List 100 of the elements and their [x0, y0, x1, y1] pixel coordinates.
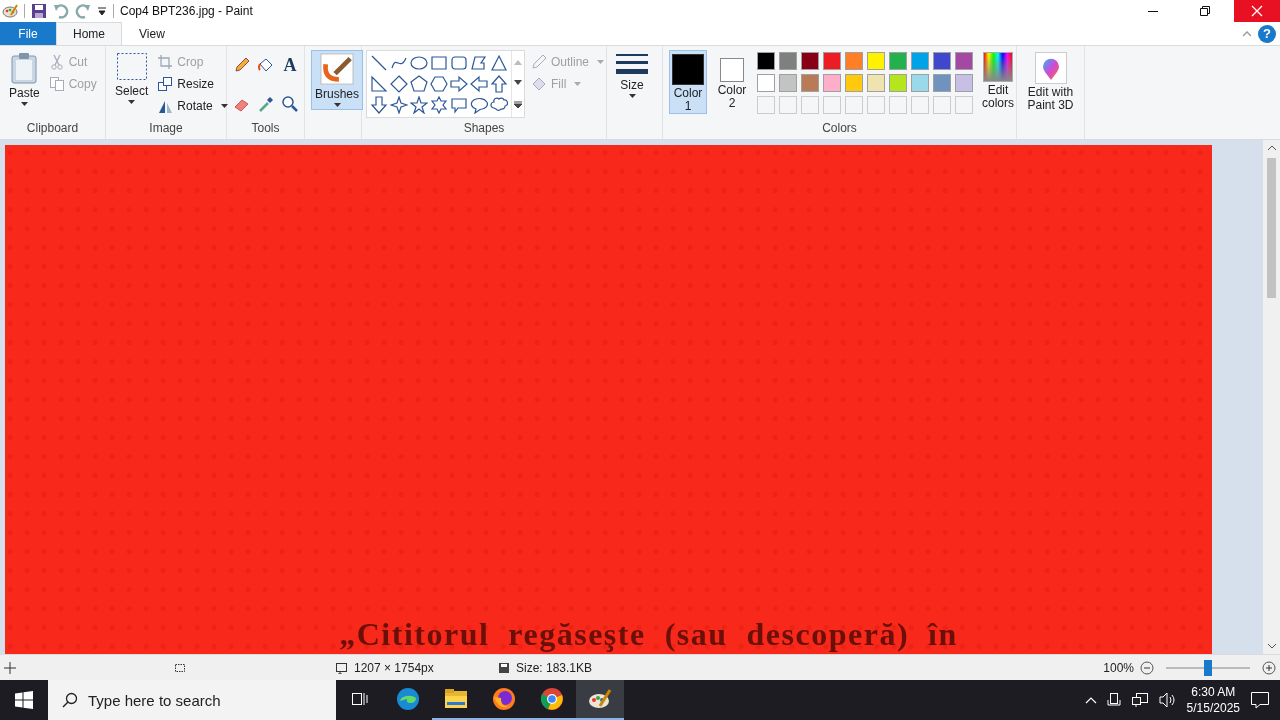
- palette-color[interactable]: [867, 74, 885, 92]
- color-slot-button[interactable]: Color 1: [669, 50, 707, 114]
- ribbon-tab[interactable]: Home: [56, 22, 122, 45]
- four-point-star-icon[interactable]: [390, 96, 408, 114]
- palette-color[interactable]: [889, 52, 907, 70]
- group-label: Shapes: [462, 121, 506, 137]
- fill-bucket-icon[interactable]: [257, 56, 275, 74]
- paint-3d-button[interactable]: Edit with Paint 3D: [1019, 50, 1082, 114]
- triangle-icon[interactable]: [490, 54, 508, 72]
- paste-button[interactable]: Paste: [6, 50, 43, 108]
- paint-taskbar-button[interactable]: [576, 680, 624, 720]
- polygon-icon[interactable]: [470, 54, 488, 72]
- rotate-button[interactable]: Rotate: [157, 96, 228, 116]
- pentagon-icon[interactable]: [410, 75, 428, 93]
- paint-app-icon[interactable]: [2, 3, 18, 19]
- empty-color-slot[interactable]: [889, 96, 907, 114]
- line-icon[interactable]: [370, 54, 388, 72]
- empty-color-slot[interactable]: [867, 96, 885, 114]
- file-menu-tab[interactable]: File: [0, 22, 56, 45]
- palette-color[interactable]: [933, 74, 951, 92]
- network-icon[interactable]: [1130, 692, 1149, 708]
- empty-color-slot[interactable]: [757, 96, 775, 114]
- right-arrow-icon[interactable]: [450, 75, 468, 93]
- browser-wave-icon: [396, 687, 420, 711]
- palette-color[interactable]: [845, 74, 863, 92]
- empty-color-slot[interactable]: [845, 96, 863, 114]
- help-button[interactable]: ?: [1258, 24, 1276, 43]
- magnifier-icon[interactable]: [281, 94, 299, 113]
- empty-color-slot[interactable]: [911, 96, 929, 114]
- rainbow-icon: [983, 52, 1013, 82]
- oval-callout-icon[interactable]: [470, 96, 488, 114]
- diamond-icon[interactable]: [390, 75, 408, 93]
- clock-date[interactable]: 5/15/2025: [1186, 700, 1240, 716]
- color-slot-button[interactable]: Color 2: [713, 50, 751, 114]
- caret-icon: [333, 103, 341, 107]
- palette-color[interactable]: [779, 52, 797, 70]
- collapse-ribbon-icon[interactable]: [1242, 29, 1252, 38]
- rectangular-callout-icon[interactable]: [450, 96, 468, 114]
- volume-icon[interactable]: [1158, 692, 1177, 708]
- ribbon-tab[interactable]: View: [122, 22, 182, 45]
- scroll-down-icon[interactable]: [514, 80, 522, 86]
- select-button[interactable]: Select: [112, 50, 152, 106]
- empty-color-slot[interactable]: [801, 96, 819, 114]
- redo-icon[interactable]: [75, 3, 91, 19]
- zoom-in-icon[interactable]: [1262, 660, 1276, 675]
- palette-color[interactable]: [845, 52, 863, 70]
- vertical-scrollbar[interactable]: [1263, 140, 1280, 654]
- palette-color[interactable]: [955, 52, 973, 70]
- hexagon-icon[interactable]: [430, 75, 448, 93]
- down-arrow-icon[interactable]: [370, 96, 388, 114]
- palette-color[interactable]: [757, 52, 775, 70]
- group-label: Tools: [250, 121, 281, 137]
- palette-color[interactable]: [911, 52, 929, 70]
- empty-color-slot[interactable]: [955, 96, 973, 114]
- resize-button[interactable]: Resize: [157, 74, 228, 94]
- palette-color[interactable]: [801, 74, 819, 92]
- palette-color[interactable]: [823, 52, 841, 70]
- more-shapes-icon[interactable]: [514, 101, 522, 110]
- empty-color-slot[interactable]: [933, 96, 951, 114]
- zoom-out-icon[interactable]: [1140, 660, 1154, 675]
- cloud-callout-icon[interactable]: [490, 96, 508, 114]
- empty-color-slot[interactable]: [823, 96, 841, 114]
- undo-icon[interactable]: [53, 3, 69, 19]
- palette-color[interactable]: [823, 74, 841, 92]
- brushes-button[interactable]: Brushes: [311, 50, 364, 110]
- image-text: „Cititorul regăseşte (sau descoperă) în: [339, 616, 958, 654]
- right-triangle-icon[interactable]: [370, 75, 388, 93]
- file-size: Size: 183.1KB: [516, 660, 594, 675]
- size-button[interactable]: Size: [613, 50, 651, 100]
- palette-color[interactable]: [867, 52, 885, 70]
- palette-color[interactable]: [757, 74, 775, 92]
- left-arrow-icon[interactable]: [470, 75, 488, 93]
- notifications-icon[interactable]: [1250, 691, 1270, 709]
- palette-color[interactable]: [889, 74, 907, 92]
- clock-time[interactable]: 6:30 AM: [1191, 684, 1236, 700]
- device-icon[interactable]: [1106, 692, 1121, 708]
- pencil-icon[interactable]: [233, 56, 251, 74]
- palette-color[interactable]: [955, 74, 973, 92]
- taskbar-search-field[interactable]: Type here to search: [48, 680, 336, 720]
- scroll-up-icon[interactable]: [1266, 144, 1277, 152]
- text-tool-button[interactable]: A: [281, 56, 299, 74]
- scroll-down-icon[interactable]: [1266, 642, 1277, 650]
- save-icon[interactable]: [31, 3, 47, 19]
- group-label: Colors: [821, 121, 858, 137]
- palette-icon: [588, 687, 612, 711]
- up-arrow-icon[interactable]: [490, 75, 508, 93]
- edit-colors-button[interactable]: Edit colors: [979, 50, 1017, 112]
- six-point-star-icon[interactable]: [430, 96, 448, 114]
- show-hidden-icons-icon[interactable]: [1084, 696, 1097, 704]
- palette-color[interactable]: [933, 52, 951, 70]
- scrollbar-thumb[interactable]: [1267, 158, 1276, 298]
- zoom-slider-thumb[interactable]: [1204, 659, 1212, 676]
- customize-dropdown-icon[interactable]: [97, 6, 107, 16]
- palette-color[interactable]: [801, 52, 819, 70]
- five-point-star-icon[interactable]: [410, 96, 428, 114]
- palette-color[interactable]: [911, 74, 929, 92]
- palette-color[interactable]: [779, 74, 797, 92]
- empty-color-slot[interactable]: [779, 96, 797, 114]
- caret-icon: [574, 82, 582, 86]
- color-picker-icon[interactable]: [257, 94, 275, 113]
